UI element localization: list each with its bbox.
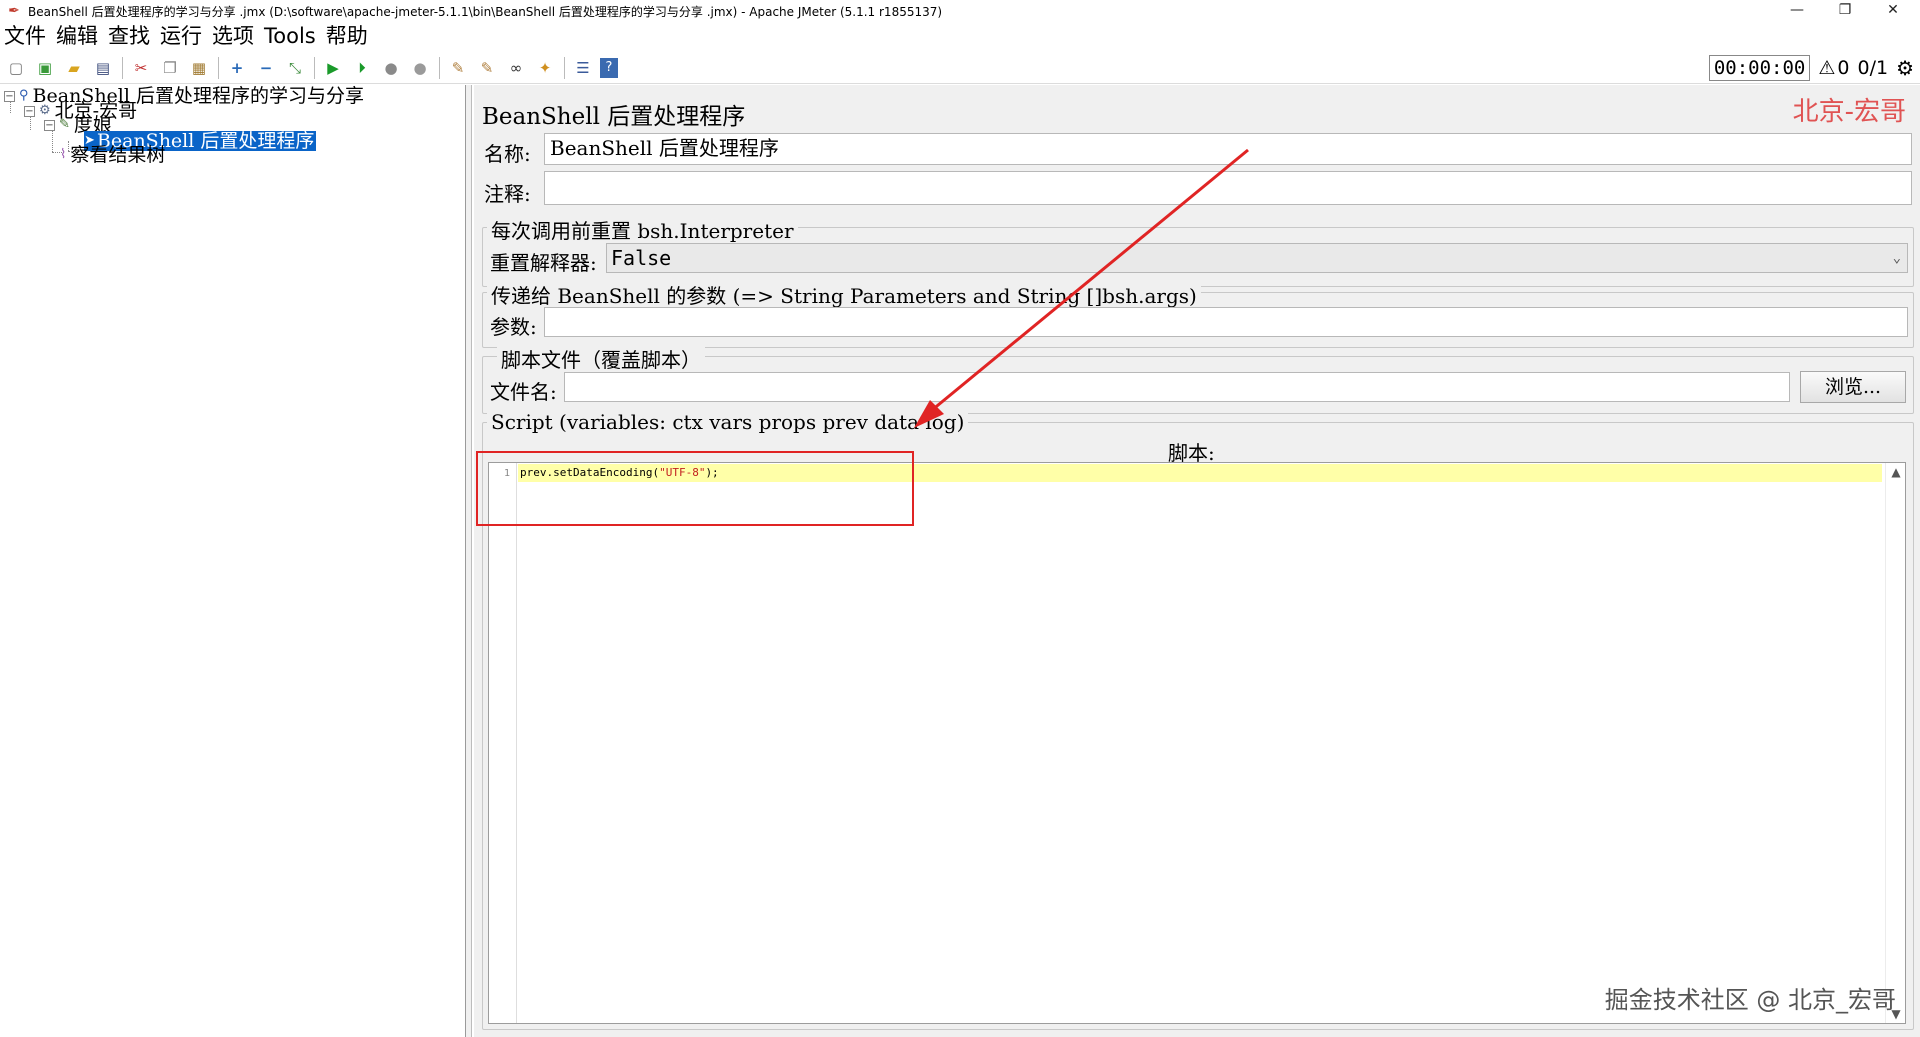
elapsed-timer: 00:00:00: [1708, 55, 1811, 81]
vertical-scrollbar[interactable]: ▲ ▼: [1885, 463, 1905, 1023]
paste-icon[interactable]: ▦: [187, 56, 211, 80]
split-pane-divider[interactable]: [466, 85, 472, 1037]
toolbar-separator: [122, 56, 123, 79]
browse-button[interactable]: 浏览...: [1800, 371, 1906, 403]
collapse-toggle-icon[interactable]: −: [4, 90, 15, 102]
remote-status-icon: ⚙: [1896, 56, 1914, 80]
listener-chart-icon: ⌇: [60, 147, 67, 162]
collapse-toggle-icon[interactable]: −: [24, 105, 35, 117]
status-area: 00:00:00 ⚠ 0 0/1 ⚙: [1708, 52, 1914, 84]
site-watermark: 掘金技术社区 @ 北京_宏哥: [1604, 986, 1896, 1014]
clear-icon[interactable]: ✎: [446, 56, 470, 80]
minimize-button[interactable]: —: [1774, 0, 1820, 22]
collapse-icon[interactable]: −: [254, 56, 278, 80]
sampler-pipette-icon: ✎: [59, 117, 70, 132]
menu-bar: 文件 编辑 查找 运行 选项 Tools 帮助: [0, 22, 1920, 50]
title-bar: ✒ BeanShell 后置处理程序的学习与分享 .jmx (D:\softwa…: [0, 0, 1920, 22]
group-title: 每次调用前重置 bsh.Interpreter: [487, 215, 798, 244]
cut-icon[interactable]: ✂: [129, 56, 153, 80]
close-button[interactable]: ✕: [1870, 0, 1916, 22]
line-number-gutter: 1: [489, 463, 517, 1023]
jmeter-feather-icon: ✒: [8, 3, 20, 19]
group-title: 脚本文件（覆盖脚本）: [497, 344, 705, 373]
clear-all-icon[interactable]: ✎: [475, 56, 499, 80]
start-icon[interactable]: ▶: [321, 56, 345, 80]
function-helper-icon[interactable]: ☰: [571, 56, 595, 80]
chevron-down-icon: ⌄: [1892, 250, 1901, 266]
collapse-toggle-icon[interactable]: −: [44, 119, 55, 131]
stop-icon[interactable]: ●: [379, 56, 403, 80]
scroll-up-arrow-icon[interactable]: ▲: [1886, 463, 1906, 481]
reset-interpreter-value: False: [611, 246, 672, 270]
parameters-label: 参数:: [490, 315, 537, 339]
shutdown-icon[interactable]: ●: [408, 56, 432, 80]
name-label: 名称:: [484, 142, 531, 166]
tree-node-label: 察看结果树: [70, 144, 166, 166]
reset-interpreter-select[interactable]: False ⌄: [606, 243, 1908, 273]
toolbar: ▢ ▣ ▰ ▤ ✂ ❐ ▦ + − ⤡ ▶ ⏵ ● ● ✎ ✎ ∞ ✦ ☰ ?: [0, 52, 1920, 84]
toolbar-separator: [564, 56, 565, 79]
copy-icon[interactable]: ❐: [158, 56, 182, 80]
reset-search-icon[interactable]: ✦: [533, 56, 557, 80]
menu-edit[interactable]: 编辑: [56, 23, 98, 49]
name-field[interactable]: BeanShell 后置处理程序: [544, 133, 1912, 165]
reset-interpreter-label: 重置解释器:: [490, 251, 597, 275]
test-plan-tree: − ⚲ BeanShell 后置处理程序的学习与分享 − ⚙ 北京-宏哥 − ✎…: [0, 85, 466, 1037]
open-folder-icon[interactable]: ▰: [62, 56, 86, 80]
search-binoculars-icon[interactable]: ∞: [504, 56, 528, 80]
expand-icon[interactable]: +: [225, 56, 249, 80]
warning-icon[interactable]: ⚠: [1818, 57, 1835, 79]
parameters-field[interactable]: [544, 307, 1908, 337]
group-title: 传递给 BeanShell 的参数 (=> String Parameters …: [487, 280, 1201, 309]
toggle-icon[interactable]: ⤡: [283, 56, 307, 80]
menu-options[interactable]: 选项: [212, 23, 254, 49]
active-threads: 0/1: [1857, 57, 1889, 79]
menu-tools[interactable]: Tools: [264, 23, 316, 49]
page-title: BeanShell 后置处理程序: [482, 104, 746, 130]
start-no-pause-icon[interactable]: ⏵: [350, 56, 374, 80]
toolbar-separator: [314, 56, 315, 79]
menu-search[interactable]: 查找: [108, 23, 150, 49]
file-name-label: 文件名:: [490, 380, 557, 404]
file-name-field[interactable]: [564, 372, 1790, 402]
menu-help[interactable]: 帮助: [326, 23, 368, 49]
toolbar-separator: [439, 56, 440, 79]
menu-file[interactable]: 文件: [4, 23, 46, 49]
restore-button[interactable]: ❐: [1822, 0, 1868, 22]
script-editor[interactable]: 1 prev.setDataEncoding("UTF-8"); ▲ ▼: [488, 462, 1906, 1024]
new-icon[interactable]: ▢: [4, 56, 28, 80]
templates-icon[interactable]: ▣: [33, 56, 57, 80]
annotation-highlight-box: [476, 451, 914, 526]
window-title: BeanShell 后置处理程序的学习与分享 .jmx (D:\software…: [28, 4, 943, 19]
toolbar-separator: [218, 56, 219, 79]
author-watermark: 北京-宏哥: [1792, 97, 1906, 127]
comment-label: 注释:: [484, 182, 531, 206]
warning-count: 0: [1837, 57, 1850, 79]
comment-field[interactable]: [544, 171, 1912, 205]
group-title: Script (variables: ctx vars props prev d…: [487, 410, 969, 434]
tree-node-listener[interactable]: ⌇ 察看结果树: [60, 145, 165, 165]
menu-run[interactable]: 运行: [160, 23, 202, 49]
save-icon[interactable]: ▤: [91, 56, 115, 80]
help-icon[interactable]: ?: [600, 57, 618, 78]
